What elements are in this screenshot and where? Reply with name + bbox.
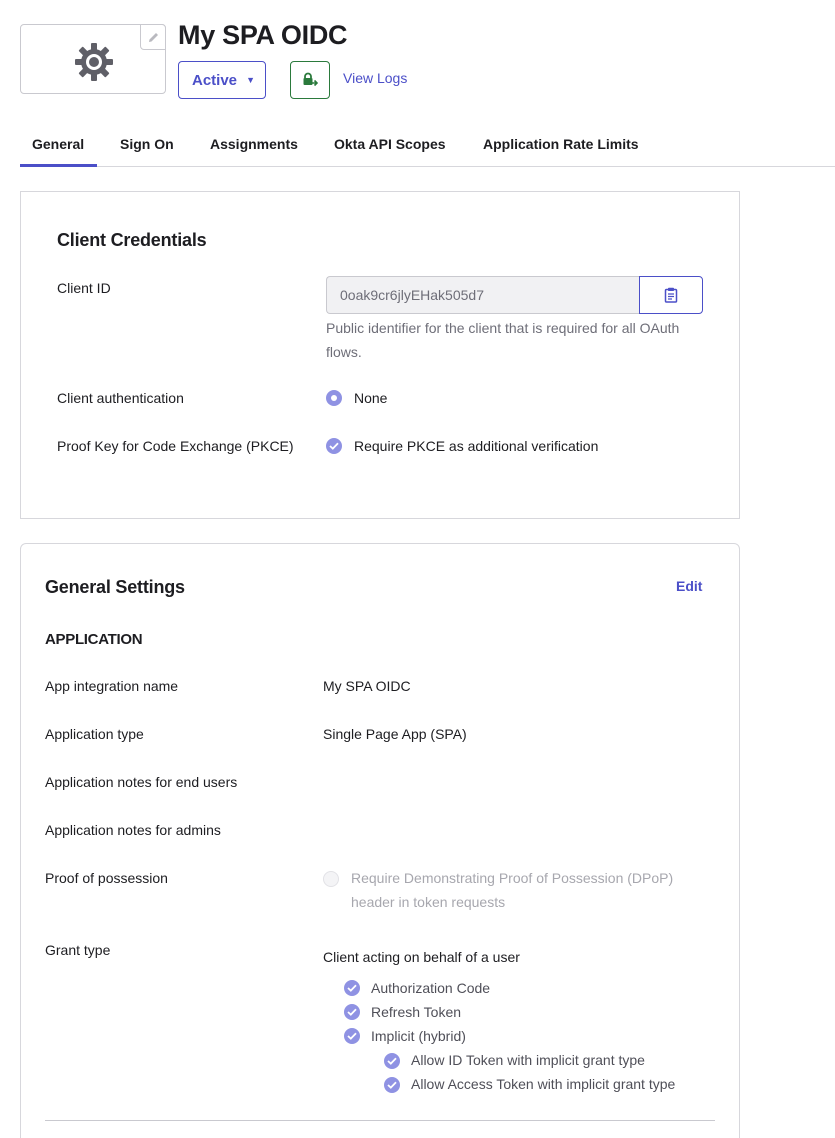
check-icon [347, 1032, 357, 1040]
grant-type-label: Grant type [45, 942, 111, 958]
dpop-label-line1: Require Demonstrating Proof of Possessio… [351, 870, 674, 886]
admin-notes-label: Application notes for admins [45, 822, 221, 838]
general-settings-panel: General Settings Edit APPLICATION App in… [20, 543, 740, 1138]
tab-sign-on[interactable]: Sign On [120, 124, 174, 167]
allow-access-token-checkbox[interactable] [384, 1077, 400, 1093]
push-groups-button[interactable] [290, 61, 330, 99]
check-icon [387, 1057, 397, 1065]
application-section-title: APPLICATION [45, 631, 143, 648]
app-integration-name-value: My SPA OIDC [323, 678, 411, 694]
check-icon [347, 984, 357, 992]
client-id-label: Client ID [57, 280, 111, 296]
pkce-checkbox[interactable] [326, 438, 342, 454]
check-icon [387, 1081, 397, 1089]
client-credentials-title: Client Credentials [57, 230, 207, 250]
chevron-down-icon: ▼ [246, 75, 255, 85]
pencil-icon [148, 32, 158, 42]
application-type-value: Single Page App (SPA) [323, 726, 467, 742]
view-logs-link[interactable]: View Logs [343, 70, 407, 86]
client-id-help-text: Public identifier for the client that is… [326, 320, 680, 360]
end-user-notes-label: Application notes for end users [45, 774, 238, 790]
app-integration-name-label: App integration name [45, 678, 179, 694]
pkce-label: Proof Key for Code Exchange (PKCE) [57, 438, 294, 454]
dpop-label-line2: header in token requests [351, 894, 506, 910]
copy-client-id-button[interactable] [639, 276, 703, 314]
allow-access-token-label: Allow Access Token with implicit grant t… [411, 1076, 676, 1092]
refresh-token-label: Refresh Token [371, 1004, 462, 1020]
section-divider [45, 1120, 715, 1121]
allow-id-token-checkbox[interactable] [384, 1053, 400, 1069]
dpop-checkbox[interactable] [323, 871, 339, 887]
refresh-token-checkbox[interactable] [344, 1004, 360, 1020]
allow-id-token-label: Allow ID Token with implicit grant type [411, 1052, 645, 1068]
clipboard-icon [664, 287, 678, 303]
client-id-field[interactable]: 0oak9cr6jlyEHak505d7 [326, 276, 640, 314]
app-title: My SPA OIDC [178, 20, 348, 50]
grant-type-heading: Client acting on behalf of a user [323, 949, 520, 965]
authorization-code-checkbox[interactable] [344, 980, 360, 996]
client-authentication-label: Client authentication [57, 390, 184, 406]
edit-logo-button[interactable] [140, 24, 166, 50]
edit-general-settings-button[interactable]: Edit [676, 578, 702, 594]
app-logo [20, 24, 166, 94]
lock-push-icon [303, 72, 318, 87]
authorization-code-label: Authorization Code [371, 980, 491, 996]
tab-bar: General Sign On Assignments Okta API Sco… [20, 124, 835, 167]
gear-icon [75, 43, 113, 81]
pkce-value: Require PKCE as additional verification [354, 438, 599, 454]
tab-assignments[interactable]: Assignments [210, 124, 298, 167]
implicit-checkbox[interactable] [344, 1028, 360, 1044]
tab-okta-api-scopes[interactable]: Okta API Scopes [334, 124, 446, 167]
client-auth-none-label: None [354, 390, 388, 406]
client-auth-none-radio[interactable] [326, 390, 342, 406]
implicit-label: Implicit (hybrid) [371, 1028, 466, 1044]
tab-general[interactable]: General [20, 124, 97, 167]
check-icon [329, 442, 339, 450]
status-dropdown[interactable]: Active ▼ [178, 61, 266, 99]
status-label: Active [192, 71, 238, 89]
application-type-label: Application type [45, 726, 144, 742]
general-settings-title: General Settings [45, 577, 185, 597]
client-credentials-panel: Client Credentials Client ID 0oak9cr6jly… [20, 191, 740, 519]
check-icon [347, 1008, 357, 1016]
tab-application-rate-limits[interactable]: Application Rate Limits [483, 124, 639, 167]
proof-of-possession-label: Proof of possession [45, 870, 168, 886]
